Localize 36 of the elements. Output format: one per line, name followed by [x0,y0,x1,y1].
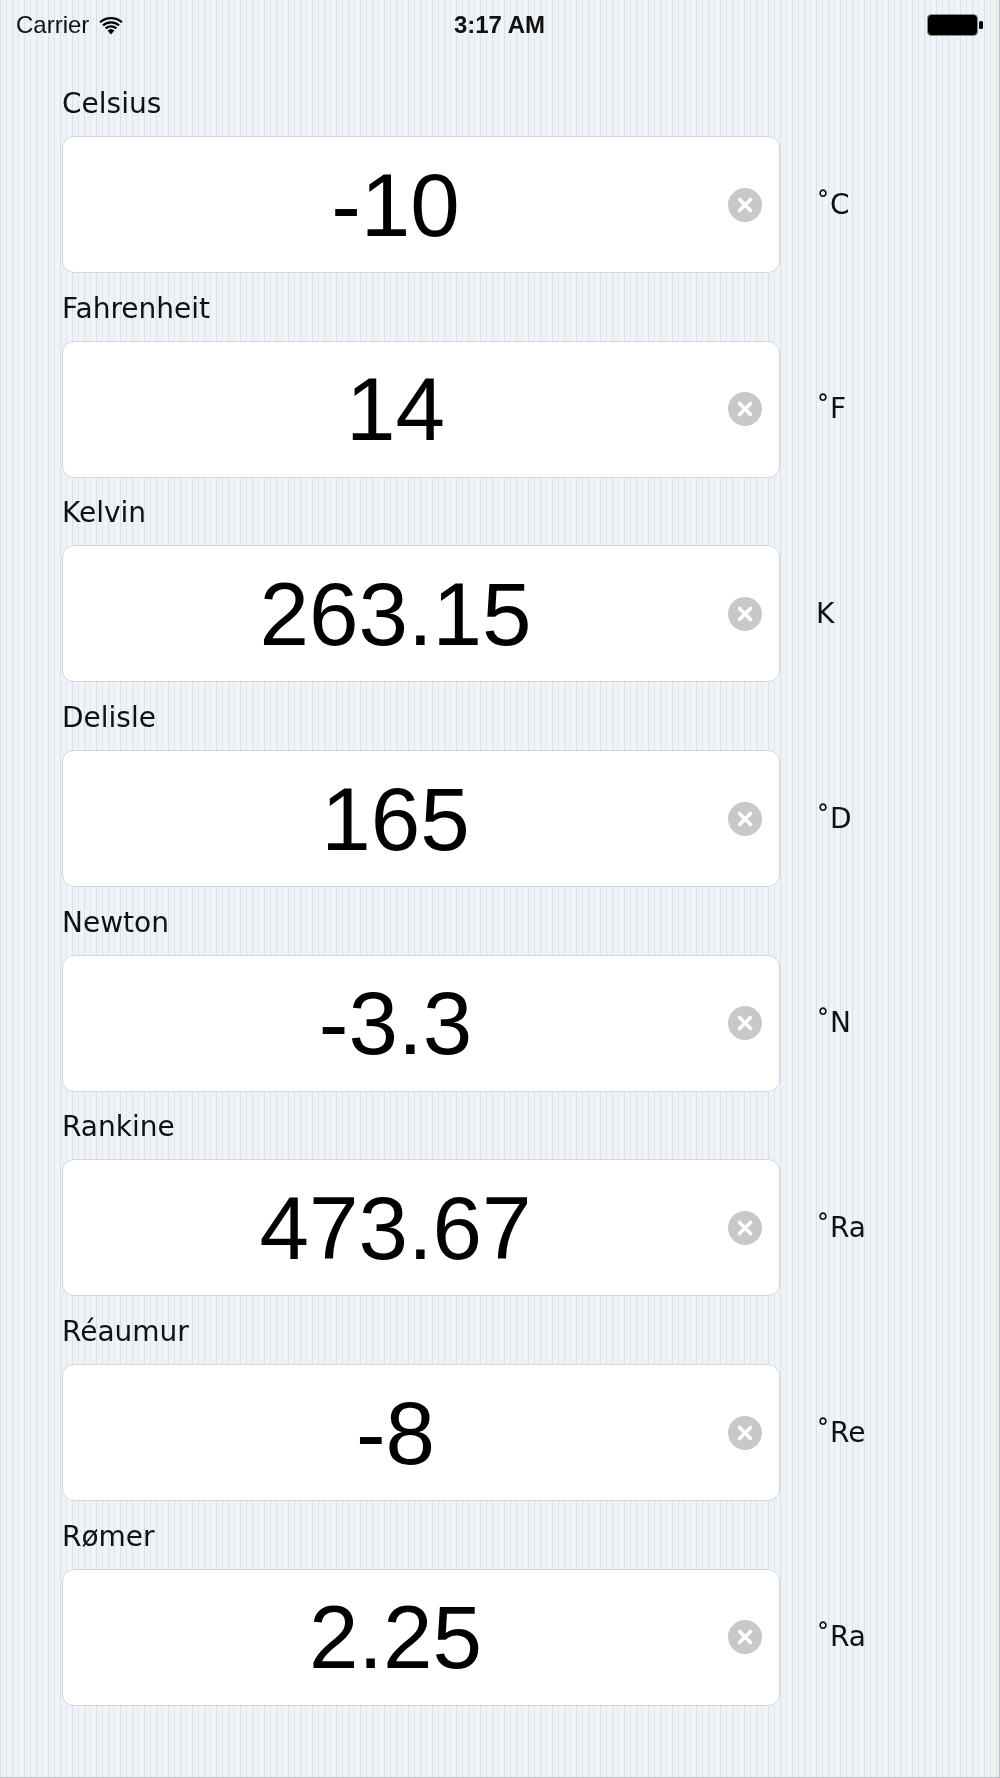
scale-label: Rankine [62,1110,175,1145]
clear-icon[interactable] [728,801,762,836]
scale-label: Delisle [62,701,156,736]
temperature-input-field[interactable]: 263.15 [62,545,780,683]
scale-label: Newton [62,905,169,940]
temperature-input-field[interactable]: -8 [62,1364,780,1502]
temperature-input-field[interactable]: 14 [62,340,780,478]
unit-label: ˚C [816,187,850,222]
carrier-name: Carrier [16,11,90,39]
unit-label: ˚Ra [816,1210,866,1245]
temperature-input-field[interactable]: 473.67 [62,1159,780,1297]
unit-label: K [816,596,835,631]
clear-icon[interactable] [728,1006,762,1041]
battery-icon [927,14,983,36]
unit-label: ˚N [816,1006,851,1041]
unit-label: ˚Re [816,1415,866,1450]
temperature-input-field[interactable]: -10 [62,136,780,273]
unit-label: ˚Ra [816,1620,866,1655]
wifi-icon [98,15,125,35]
clear-icon[interactable] [728,392,762,427]
clear-icon[interactable] [728,1415,762,1450]
unit-label: ˚D [816,801,852,836]
temperature-input-field[interactable]: 2.25 [62,1568,780,1706]
temperature-input-field[interactable]: 165 [62,750,780,888]
clear-icon[interactable] [728,1210,762,1245]
clear-icon[interactable] [728,596,762,631]
scale-label: Kelvin [62,496,147,531]
unit-label: ˚F [816,392,847,427]
clear-icon[interactable] [728,187,762,222]
clear-icon[interactable] [728,1620,762,1655]
clock-time: 3:17 AM [453,11,546,39]
scale-label: Rømer [62,1519,155,1554]
temperature-input-field[interactable]: -3.3 [62,954,780,1092]
scale-label: Celsius [62,87,162,121]
scale-label: Réaumur [62,1315,189,1350]
scale-label: Fahrenheit [62,291,211,326]
